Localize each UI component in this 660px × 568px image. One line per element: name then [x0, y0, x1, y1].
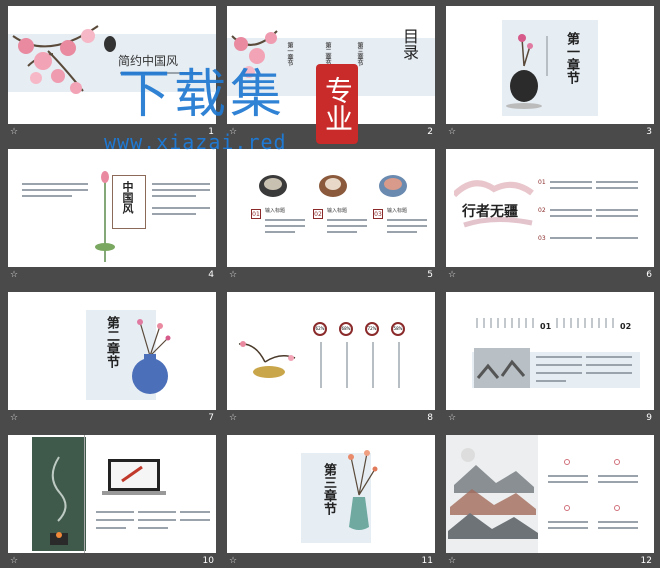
ink-landscape-illustration: [446, 435, 538, 553]
slide-thumb-11[interactable]: 第三章节 ☆ 11: [227, 435, 435, 568]
slide-title: 目录: [400, 28, 419, 60]
slide-canvas: 第一章节: [446, 6, 654, 124]
slide-number: 6: [646, 270, 652, 280]
vase-illustration: [506, 34, 542, 109]
slide-thumb-6[interactable]: 行者无疆 01 02 03 ☆ 6: [446, 149, 654, 291]
slide-thumb-8[interactable]: 62% 68% 72% 58% ☆ 8: [227, 292, 435, 434]
blue-vase-illustration: [132, 319, 171, 394]
slide-canvas: 01 02: [446, 292, 654, 410]
slide-canvas: [8, 435, 216, 553]
slide-canvas: [446, 435, 654, 553]
slide-canvas: 01 02 03 输入标题 输入标题 输入标题: [227, 149, 435, 267]
slide-number: 2: [427, 127, 433, 137]
watermark-badge: 专业: [316, 64, 358, 144]
watermark-text: 下载集: [118, 65, 287, 125]
slide-canvas: 中国风: [8, 149, 216, 267]
slide-thumb-9[interactable]: 01 02 ☆ 9: [446, 292, 654, 434]
slide-thumb-3[interactable]: 第一章节 ☆ 3: [446, 6, 654, 148]
star-icon[interactable]: ☆: [229, 413, 239, 423]
ceramic-bowls-illustration: [259, 175, 407, 197]
bonsai-illustration: [238, 341, 296, 378]
star-icon[interactable]: ☆: [448, 127, 458, 137]
slide-thumb-5[interactable]: 01 02 03 输入标题 输入标题 输入标题 ☆ 5: [227, 149, 435, 291]
slide-canvas: 第三章节: [227, 435, 435, 553]
slide-thumb-10[interactable]: ☆ 10: [8, 435, 216, 568]
plum-blossom-illustration: [12, 25, 116, 94]
lotus-illustration: [95, 171, 115, 262]
slide-number: 7: [208, 413, 214, 423]
slide-title: 中国风: [121, 181, 134, 214]
star-icon[interactable]: ☆: [229, 270, 239, 280]
slide-number: 3: [646, 127, 652, 137]
slide-number: 4: [208, 270, 214, 280]
slide-title: 第二章节: [104, 316, 119, 368]
slide-canvas: 62% 68% 72% 58%: [227, 292, 435, 410]
star-icon[interactable]: ☆: [10, 127, 20, 137]
slide-number: 10: [202, 556, 214, 566]
watermark-url: www.xiazai.red: [104, 130, 287, 154]
laptop-illustration: [102, 459, 166, 495]
slide-title: 第一章节: [564, 32, 579, 84]
slide-number: 8: [427, 413, 433, 423]
slide-number: 11: [421, 556, 433, 566]
star-icon[interactable]: ☆: [448, 270, 458, 280]
star-icon[interactable]: ☆: [10, 413, 20, 423]
slide-number: 12: [640, 556, 652, 566]
slide-number: 9: [646, 413, 652, 423]
slide-thumb-4[interactable]: 中国风 ☆ 4: [8, 149, 216, 291]
slide-canvas: 第二章节: [8, 292, 216, 410]
slide-canvas: 行者无疆 01 02 03: [446, 149, 654, 267]
star-icon[interactable]: ☆: [10, 556, 20, 566]
slide-number: 5: [427, 270, 433, 280]
slide-thumb-7[interactable]: 第二章节 ☆ 7: [8, 292, 216, 434]
star-icon[interactable]: ☆: [448, 413, 458, 423]
star-icon[interactable]: ☆: [448, 556, 458, 566]
teal-vase-illustration: [348, 450, 378, 530]
star-icon[interactable]: ☆: [229, 556, 239, 566]
star-icon[interactable]: ☆: [10, 270, 20, 280]
slide-thumb-12[interactable]: ☆ 12: [446, 435, 654, 568]
ink-village-illustration: [474, 348, 530, 388]
calligraphy-text: 行者无疆: [462, 204, 518, 220]
incense-photo: [32, 437, 86, 551]
